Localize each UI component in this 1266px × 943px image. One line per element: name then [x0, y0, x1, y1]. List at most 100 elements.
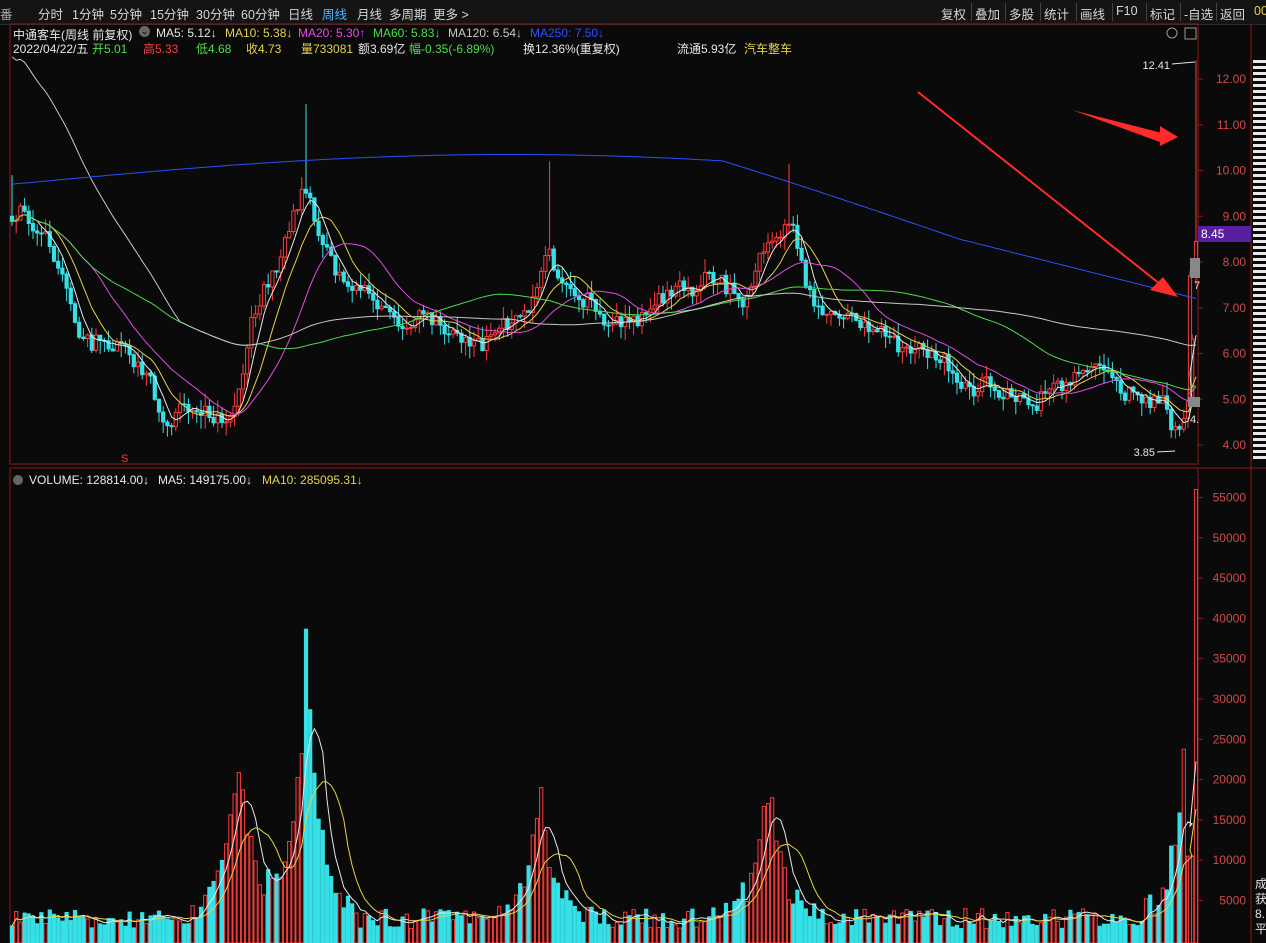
candle-body — [677, 280, 682, 287]
ma250-line — [11, 154, 1197, 299]
volume-bar — [593, 911, 598, 943]
candle-body — [597, 310, 603, 315]
volume-bar — [303, 628, 309, 943]
order-book-bar — [1253, 336, 1266, 339]
volume-bar — [702, 921, 708, 943]
volume-bar — [866, 922, 871, 943]
order-book-bar — [1253, 210, 1266, 213]
candle-body — [946, 353, 951, 372]
volume-tick-label: 15000 — [1213, 813, 1247, 827]
candle-body — [1038, 391, 1044, 411]
candle-body — [547, 248, 552, 257]
order-book-bar — [1253, 294, 1266, 297]
ma-legend-item: MA20: 5.30↑ — [298, 26, 366, 40]
candle-body — [938, 359, 943, 363]
candle-body — [320, 234, 325, 246]
candle-body — [85, 334, 90, 340]
candle-body — [845, 312, 850, 319]
price-tick-label: 9.00 — [1223, 209, 1247, 223]
candle-body — [60, 267, 65, 275]
volume-bar — [1143, 898, 1149, 943]
volume-bar — [1059, 927, 1065, 943]
candle-body — [161, 411, 166, 423]
order-book-bar — [1253, 348, 1266, 351]
candle-body — [904, 346, 909, 349]
volume-bar — [177, 920, 183, 943]
candle-body — [1122, 392, 1128, 401]
order-book-bar — [1253, 84, 1266, 87]
candle-body — [446, 333, 451, 336]
candle-body — [954, 372, 960, 383]
volume-bar — [971, 923, 976, 943]
volume-bar — [1085, 914, 1090, 943]
volume-bar — [1135, 925, 1140, 943]
volume-bar — [119, 919, 124, 943]
volume-bar — [459, 915, 464, 943]
volume-bar — [450, 919, 456, 943]
candle-body — [354, 284, 359, 291]
volume-bar — [434, 911, 439, 943]
candle-body — [891, 335, 897, 338]
volume-bar — [938, 925, 943, 943]
volume-bar — [245, 833, 250, 943]
volume-bar — [182, 923, 187, 943]
order-book-bar — [1253, 312, 1266, 315]
volume-bar — [782, 867, 787, 943]
volume-bar — [1034, 924, 1039, 943]
candle-body — [497, 327, 502, 334]
volume-bar — [379, 910, 384, 943]
candle-body — [610, 323, 615, 326]
candle-body — [702, 271, 708, 287]
candle-body — [429, 312, 435, 326]
candle-body — [400, 325, 405, 330]
candle-body — [1047, 388, 1052, 393]
volume-bar — [1051, 909, 1056, 943]
order-book-bar — [1253, 414, 1266, 417]
volume-bar — [791, 903, 796, 943]
candle-body — [1059, 380, 1065, 392]
volume-bar — [564, 890, 569, 943]
order-book-bar — [1253, 390, 1266, 393]
candle-body — [274, 270, 279, 273]
candle-body — [450, 329, 456, 335]
settings-toggle-icon[interactable]: ⌄ — [139, 26, 150, 37]
info-sector: 汽车整车 — [744, 42, 793, 56]
candle-body — [870, 329, 876, 333]
volume-bar — [614, 921, 619, 943]
candle-body — [471, 340, 477, 347]
order-book-bar — [1253, 186, 1266, 189]
volume-bar — [618, 924, 624, 943]
candle-body — [1097, 363, 1102, 366]
info-vol: 量733081 — [301, 42, 354, 56]
volume-bar — [686, 910, 691, 943]
volume-bar — [501, 913, 506, 943]
order-book-bar — [1253, 108, 1266, 111]
order-book-bar — [1253, 270, 1266, 273]
order-book-bar — [1253, 240, 1266, 243]
candle-body — [379, 305, 384, 310]
volume-bar — [77, 915, 82, 943]
volume-bar — [358, 927, 363, 943]
volume-bar — [316, 818, 321, 943]
volume-bar — [992, 914, 997, 943]
volume-bar — [93, 916, 99, 943]
info-date: 2022/04/22/五 — [13, 42, 89, 56]
volume-tick-label: 40000 — [1213, 611, 1247, 625]
volume-bar — [72, 909, 78, 943]
volume-bar — [732, 901, 737, 943]
volume-bar — [278, 876, 283, 943]
order-book-bar — [1253, 60, 1266, 63]
candle-body — [799, 247, 804, 261]
candle-body — [501, 318, 506, 329]
order-book-bar — [1253, 252, 1266, 255]
ma-legend-item: MA250: 7.50↓ — [530, 26, 605, 40]
candle-body — [249, 316, 254, 349]
candle-body — [30, 223, 36, 232]
candle-body — [652, 304, 657, 310]
candle-body — [1017, 393, 1023, 402]
red-arrow-shaft — [917, 91, 1166, 289]
candle-body — [144, 372, 149, 376]
event-marker: S — [121, 453, 128, 465]
volume-bar — [753, 862, 758, 943]
candle-body — [929, 350, 934, 358]
